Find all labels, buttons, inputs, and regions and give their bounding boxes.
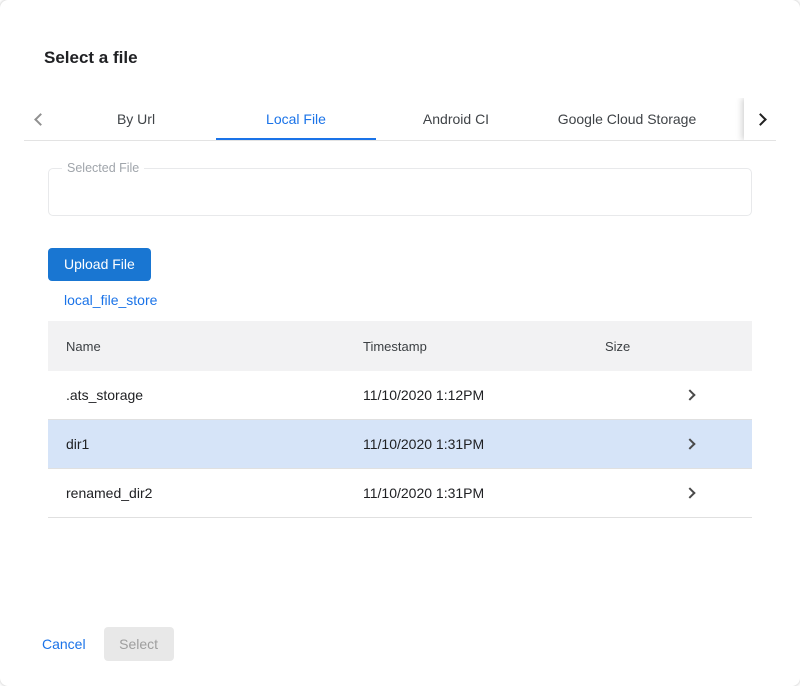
chevron-right-icon[interactable] (684, 438, 695, 449)
cell-name: .ats_storage (66, 387, 363, 403)
select-button[interactable]: Select (104, 627, 174, 661)
tab-local-file[interactable]: Local File (216, 98, 376, 140)
cancel-button[interactable]: Cancel (24, 627, 104, 661)
column-header-timestamp: Timestamp (363, 339, 605, 354)
chevron-right-icon[interactable] (684, 389, 695, 400)
chevron-right-icon (754, 113, 767, 126)
cell-name: renamed_dir2 (66, 485, 363, 501)
tab-label: Android CI (423, 111, 489, 127)
column-header-size: Size (605, 339, 686, 354)
chevron-right-icon[interactable] (684, 487, 695, 498)
table-row[interactable]: .ats_storage 11/10/2020 1:12PM (48, 371, 752, 420)
tab-android-ci[interactable]: Android CI (376, 98, 536, 140)
cell-name: dir1 (66, 436, 363, 452)
tab-content: Selected File Upload File local_file_sto… (48, 168, 752, 518)
table-header: Name Timestamp Size (48, 321, 752, 371)
dialog-title: Select a file (44, 48, 800, 68)
table-row[interactable]: renamed_dir2 11/10/2020 1:31PM (48, 469, 752, 518)
table-row[interactable]: dir1 11/10/2020 1:31PM (48, 420, 752, 469)
tab-scroll-right-button[interactable] (744, 98, 776, 140)
selected-file-label: Selected File (62, 161, 144, 175)
cell-timestamp: 11/10/2020 1:31PM (363, 485, 605, 501)
file-table: Name Timestamp Size .ats_storage 11/10/2… (48, 321, 752, 518)
tab-spacer (718, 98, 744, 140)
tab-scroll-left-button[interactable] (24, 98, 56, 140)
tab-label: Google Cloud Storage (558, 111, 697, 127)
dialog-actions: Cancel Select (24, 627, 800, 661)
chevron-left-icon (34, 113, 47, 126)
tab-bar: By Url Local File Android CI Google Clou… (24, 98, 776, 141)
column-header-name: Name (66, 339, 363, 354)
select-file-dialog: Select a file By Url Local File Android … (0, 0, 800, 686)
selected-file-input[interactable] (49, 169, 751, 215)
cell-timestamp: 11/10/2020 1:12PM (363, 387, 605, 403)
selected-file-field: Selected File (48, 168, 752, 216)
tab-label: Local File (266, 111, 326, 127)
cell-timestamp: 11/10/2020 1:31PM (363, 436, 605, 452)
tab-by-url[interactable]: By Url (56, 98, 216, 140)
breadcrumb-local-file-store[interactable]: local_file_store (64, 292, 157, 308)
upload-file-button[interactable]: Upload File (48, 248, 151, 281)
tab-label: By Url (117, 111, 155, 127)
tab-google-cloud-storage[interactable]: Google Cloud Storage (536, 98, 718, 140)
